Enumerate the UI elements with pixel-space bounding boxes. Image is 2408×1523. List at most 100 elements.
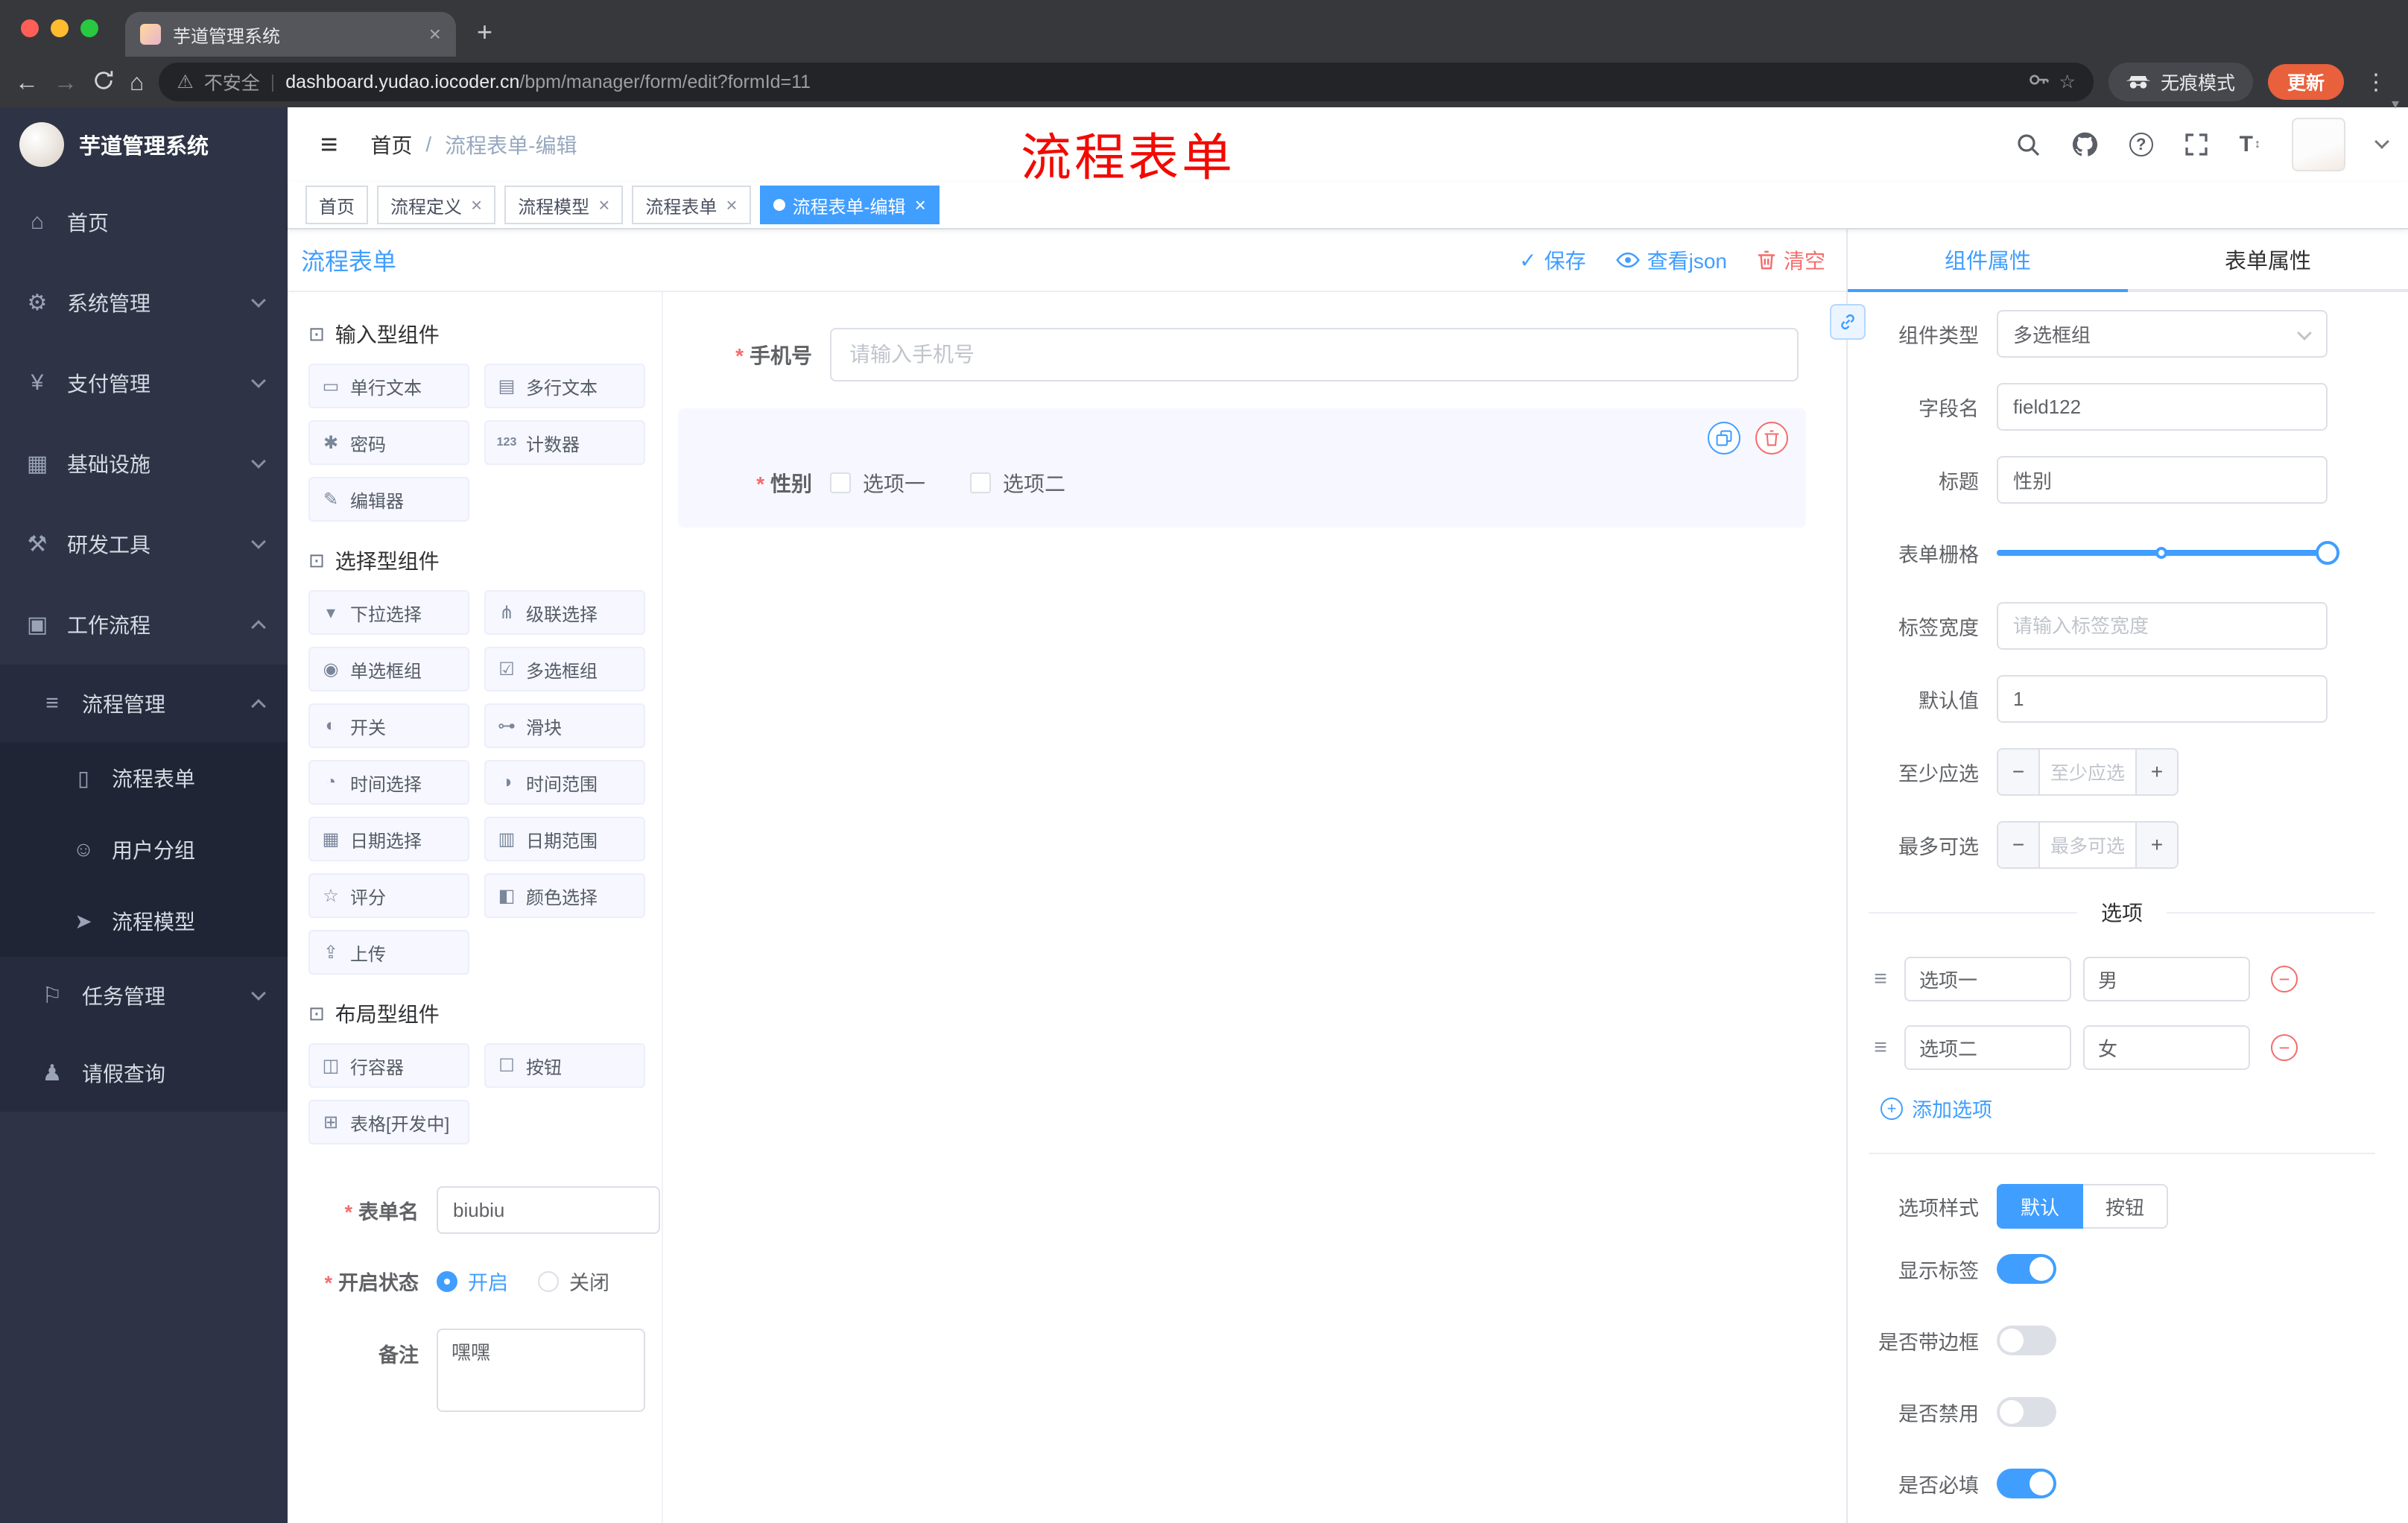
tag-close-icon[interactable]: × (471, 194, 482, 217)
sidebar-item-payment[interactable]: ¥ 支付管理 (0, 343, 288, 423)
border-switch[interactable] (1997, 1326, 2056, 1355)
delete-widget-button[interactable] (1755, 422, 1788, 455)
sidebar-item-process-form[interactable]: ▯ 流程表单 (0, 742, 288, 814)
github-icon[interactable] (2071, 131, 2098, 158)
remove-option-button[interactable]: − (2271, 966, 2298, 992)
sidebar-item-infrastructure[interactable]: ▦ 基础设施 (0, 423, 288, 504)
fullscreen-icon[interactable] (2184, 133, 2208, 156)
tag-home[interactable]: 首页 (305, 186, 368, 224)
search-icon[interactable] (2016, 133, 2040, 156)
max-select-value[interactable]: 最多可选 (2040, 823, 2135, 867)
browser-tab[interactable]: 芋道管理系统 × (125, 12, 456, 57)
option-name-input[interactable] (1904, 1025, 2071, 1070)
style-button-button[interactable]: 按钮 (2083, 1184, 2169, 1229)
palette-item-date-range[interactable]: ▥ 日期范围 (484, 817, 645, 861)
disabled-switch[interactable] (1997, 1397, 2056, 1427)
form-grid-slider[interactable] (1997, 529, 2339, 577)
sidebar-item-process-management[interactable]: ≡ 流程管理 (0, 665, 288, 742)
tab-close-icon[interactable]: × (429, 22, 441, 46)
bookmark-star-icon[interactable]: ☆ (2059, 71, 2076, 93)
option-value-input[interactable] (2083, 1025, 2250, 1070)
radio-on[interactable]: 开启 (437, 1267, 508, 1296)
palette-item-switch[interactable]: ◐ 开关 (308, 703, 469, 748)
palette-item-dropdown[interactable]: ▾ 下拉选择 (308, 590, 469, 635)
password-key-icon[interactable] (2028, 69, 2049, 95)
sidebar-item-system[interactable]: ⚙ 系统管理 (0, 262, 288, 343)
sidebar-item-leave-query[interactable]: ♟ 请假查询 (0, 1034, 288, 1112)
palette-item-radio-group[interactable]: ◉ 单选框组 (308, 647, 469, 691)
tab-form-props[interactable]: 表单属性 (2128, 229, 2408, 289)
tag-close-icon[interactable]: × (598, 194, 609, 217)
help-icon[interactable]: ? (2129, 133, 2153, 156)
sidebar-item-process-model[interactable]: ➤ 流程模型 (0, 885, 288, 957)
tag-process-model[interactable]: 流程模型 × (504, 186, 624, 224)
add-option-button[interactable]: + 添加选项 (1881, 1094, 2375, 1123)
show-label-switch[interactable] (1997, 1254, 2056, 1284)
close-window-button[interactable] (21, 19, 39, 37)
sidebar-item-home[interactable]: ⌂ 首页 (0, 182, 288, 262)
palette-item-editor[interactable]: ✎ 编辑器 (308, 477, 469, 522)
address-bar[interactable]: ⚠ 不安全 | dashboard.yudao.iocoder.cn/bpm/m… (159, 63, 2094, 101)
sidebar-item-user-group[interactable]: ☺ 用户分组 (0, 814, 288, 885)
palette-item-upload[interactable]: ⇪ 上传 (308, 930, 469, 975)
design-canvas[interactable]: 手机号 (663, 292, 1846, 1523)
phone-input[interactable] (830, 328, 1799, 381)
palette-item-counter[interactable]: 123 计数器 (484, 420, 645, 465)
minimize-window-button[interactable] (51, 19, 69, 37)
palette-item-single-text[interactable]: ▭ 单行文本 (308, 364, 469, 408)
new-tab-button[interactable]: + (477, 16, 492, 48)
palette-item-cascader[interactable]: ⋔ 级联选择 (484, 590, 645, 635)
avatar[interactable] (2292, 118, 2345, 171)
palette-item-rate[interactable]: ☆ 评分 (308, 873, 469, 918)
checkbox-option-2[interactable]: 选项二 (970, 468, 1065, 498)
radio-off[interactable]: 关闭 (538, 1267, 609, 1296)
tag-process-definition[interactable]: 流程定义 × (377, 186, 496, 224)
palette-item-checkbox-group[interactable]: ☑ 多选框组 (484, 647, 645, 691)
slider-handle[interactable] (2316, 541, 2339, 565)
clear-button[interactable]: 清空 (1757, 245, 1825, 275)
remove-option-button[interactable]: − (2271, 1034, 2298, 1061)
palette-item-multi-text[interactable]: ▤ 多行文本 (484, 364, 645, 408)
decrease-button[interactable]: − (1998, 823, 2040, 867)
forward-icon[interactable]: → (54, 70, 77, 94)
back-icon[interactable]: ← (15, 70, 39, 94)
form-remark-textarea[interactable]: 嘿嘿 (437, 1329, 645, 1412)
min-select-value[interactable]: 至少应选 (2040, 750, 2135, 794)
default-value-input[interactable] (1997, 675, 2328, 723)
increase-button[interactable]: + (2135, 823, 2177, 867)
save-button[interactable]: ✓ 保存 (1519, 245, 1585, 275)
sidebar-logo[interactable]: 芋道管理系统 (0, 107, 288, 182)
home-icon[interactable]: ⌂ (130, 70, 144, 94)
palette-item-table[interactable]: ⊞ 表格[开发中] (308, 1100, 469, 1144)
palette-item-slider[interactable]: ⊶ 滑块 (484, 703, 645, 748)
palette-item-time-range[interactable]: ◑ 时间范围 (484, 760, 645, 805)
palette-item-time-picker[interactable]: ◔ 时间选择 (308, 760, 469, 805)
browser-update-button[interactable]: 更新 (2267, 64, 2344, 100)
option-name-input[interactable] (1904, 957, 2071, 1001)
font-size-icon[interactable]: T ↕ (2240, 132, 2260, 157)
sidebar-item-workflow[interactable]: ▣ 工作流程 (0, 584, 288, 665)
tab-component-props[interactable]: 组件属性 (1848, 229, 2128, 292)
decrease-button[interactable]: − (1998, 750, 2040, 794)
chevron-down-icon[interactable] (2374, 134, 2389, 149)
label-width-input[interactable] (1997, 602, 2328, 650)
option-value-input[interactable] (2083, 957, 2250, 1001)
sidebar-item-devtools[interactable]: ⚒ 研发工具 (0, 504, 288, 584)
palette-item-button[interactable]: ☐ 按钮 (484, 1043, 645, 1088)
tag-close-icon[interactable]: × (726, 194, 737, 217)
component-type-select[interactable]: 多选框组 (1997, 310, 2328, 358)
tag-process-form-edit[interactable]: 流程表单-编辑 × (759, 186, 940, 224)
tag-process-form[interactable]: 流程表单 × (632, 186, 751, 224)
sidebar-item-task-management[interactable]: ⚐ 任务管理 (0, 957, 288, 1034)
palette-item-date-picker[interactable]: ▦ 日期选择 (308, 817, 469, 861)
increase-button[interactable]: + (2135, 750, 2177, 794)
browser-menu-icon[interactable]: ⋮ (2359, 69, 2393, 95)
palette-item-color-picker[interactable]: ◧ 颜色选择 (484, 873, 645, 918)
title-input[interactable] (1997, 456, 2328, 504)
canvas-item-gender-selected[interactable]: 性别 选项一 选项二 (678, 408, 1806, 528)
drag-handle-icon[interactable]: ≡ (1869, 1035, 1892, 1060)
required-switch[interactable] (1997, 1469, 2056, 1498)
field-name-input[interactable] (1997, 383, 2328, 431)
reload-icon[interactable] (92, 69, 115, 95)
tag-close-icon[interactable]: × (915, 194, 926, 217)
